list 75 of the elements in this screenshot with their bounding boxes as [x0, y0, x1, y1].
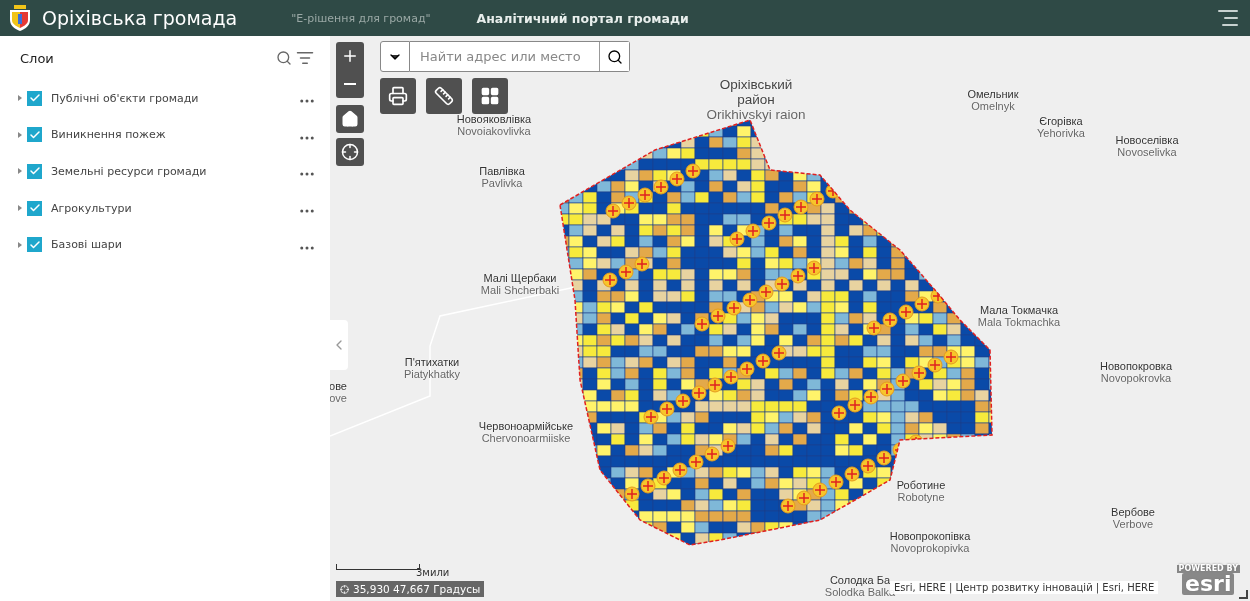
map-place-label: Солодка Ба: [829, 574, 891, 586]
minus-icon: [344, 83, 356, 85]
map-place-label-english: Chervonoarmiiske: [481, 432, 571, 444]
layer-label: Виникнення пожеж: [51, 128, 167, 142]
search-icon: [606, 48, 623, 65]
map-place-label: Павлівка: [479, 165, 525, 177]
map-place-label-english: Yehorivka: [1037, 127, 1085, 139]
expand-caret-icon[interactable]: [18, 205, 22, 212]
plus-icon: [341, 47, 359, 65]
map-place-label: Новопокровка: [1100, 360, 1172, 372]
portal-title: Аналітичний портал громади: [476, 10, 689, 26]
map-place-label-english: Mali Shcherbaki: [480, 284, 560, 296]
map-place-label: район: [737, 92, 775, 107]
filter-icon[interactable]: [294, 49, 316, 67]
ruler-icon: [434, 86, 454, 106]
app-subtitle: "Е-рішення для громад": [291, 11, 431, 25]
grid-icon: [480, 86, 500, 106]
map-place-label-english: Orikhivskyi raion: [706, 107, 806, 122]
map-place-label: Єгорівка: [1039, 115, 1083, 127]
search-button[interactable]: [599, 42, 629, 71]
measure-button[interactable]: [426, 78, 462, 114]
panel-title: Слои: [20, 50, 55, 66]
map-place-label-english: Novoprokopivka: [890, 542, 970, 554]
crosshair-icon: [341, 143, 359, 161]
layer-label: Публічні об'єкти громади: [51, 91, 200, 105]
expand-caret-icon[interactable]: [18, 131, 22, 138]
map-place-label-english: Verbove: [1112, 518, 1154, 530]
app-title: Оріхівська громада: [42, 7, 238, 29]
map-place-label-english: Novoselivka: [1117, 146, 1177, 158]
map-place-label-english: Mala Tokmachka: [977, 316, 1061, 328]
crosshair-icon: [340, 584, 349, 594]
map-place-label-english: Omelnyk: [971, 100, 1015, 112]
map-place-label: Червоноармійське: [478, 420, 574, 432]
map-place-label: Малі Щербаки: [483, 272, 557, 284]
layer-label: Базові шари: [51, 238, 123, 252]
map-place-label-english: Robotyne: [897, 491, 945, 503]
map-place-label-english: Pavlivka: [481, 177, 523, 189]
layer-label: Земельні ресурси громади: [51, 165, 208, 178]
map-place-label-english: Novoiakovlivka: [457, 125, 531, 137]
map-place-label: Роботине: [896, 479, 946, 491]
layer-checkbox[interactable]: [27, 200, 42, 216]
scale-label: 3мили: [416, 567, 450, 578]
expand-caret-icon[interactable]: [18, 168, 22, 175]
home-button[interactable]: [336, 105, 364, 133]
dropdown-button[interactable]: [380, 41, 410, 72]
map-place-label-english: Novopokrovka: [1100, 372, 1172, 384]
layer-checkbox[interactable]: [27, 127, 42, 143]
locate-button[interactable]: [336, 138, 364, 166]
home-icon: [341, 110, 359, 128]
map-place-label: Мала Токмачка: [979, 304, 1059, 316]
map-place-label: Новоселівка: [1115, 134, 1179, 146]
coordinates-text: 35,930 47,667 Градусы: [353, 583, 481, 595]
map-place-label: Оріхівський: [719, 77, 793, 92]
map-place-label-english: Solodka Balka: [824, 586, 896, 598]
resize-handle-icon[interactable]: [1239, 590, 1248, 599]
print-button[interactable]: [380, 78, 416, 114]
expand-caret-icon[interactable]: [18, 241, 22, 248]
map-place-label: ове: [330, 380, 347, 392]
map-place-label: Омельник: [967, 88, 1019, 100]
printer-icon: [388, 86, 408, 106]
basemap-button[interactable]: [472, 78, 508, 114]
search-field[interactable]: Найти адрес или место: [410, 41, 630, 72]
shield-logo-icon: [8, 4, 32, 32]
layer-checkbox[interactable]: [27, 164, 42, 179]
map-place-label-english: ove: [330, 392, 347, 404]
map-place-label: Вербове: [1111, 506, 1155, 518]
layer-checkbox[interactable]: [27, 237, 42, 253]
map-place-label: Новопрокопівка: [889, 530, 971, 542]
map-place-label-english: Piatykhatky: [403, 368, 461, 380]
map-place-label: Новояковлівка: [456, 113, 532, 125]
map-place-label: П'ятихатки: [404, 356, 460, 368]
esri-logo: esri: [1182, 573, 1235, 595]
expand-caret-icon[interactable]: [18, 95, 22, 102]
layer-checkbox[interactable]: [27, 90, 42, 106]
layer-label: Агрокультури: [51, 201, 133, 215]
